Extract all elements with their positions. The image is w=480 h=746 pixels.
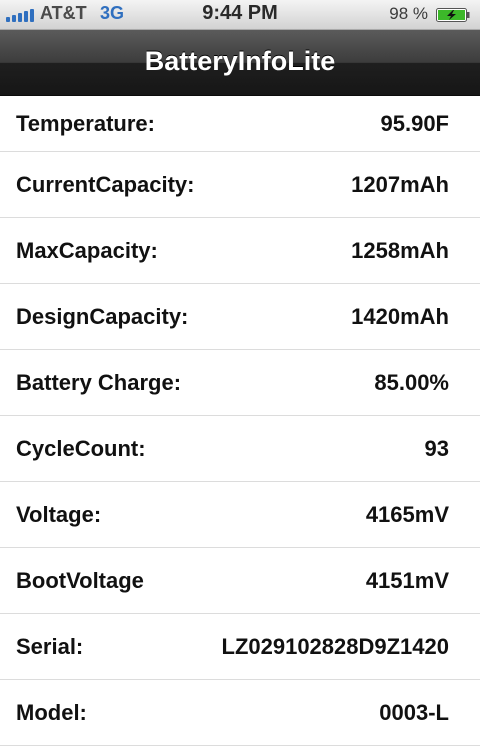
- row-label: BootVoltage: [16, 567, 144, 593]
- page-title: BatteryInfoLite: [144, 46, 336, 76]
- row-label: CycleCount:: [16, 435, 146, 461]
- row-value: 4151mV: [365, 567, 449, 593]
- row-value: 85.00%: [374, 369, 449, 395]
- row-value: 1420mAh: [351, 303, 449, 329]
- row-label: DesignCapacity:: [16, 303, 189, 329]
- row-value: 1258mAh: [351, 237, 449, 263]
- row-value: 1207mAh: [351, 171, 449, 197]
- row-label: Voltage:: [16, 501, 102, 527]
- table-row-max-capacity: MaxCapacity: 1258mAh: [0, 218, 480, 284]
- row-label: Serial:: [16, 633, 84, 659]
- row-value: 4165mV: [365, 501, 449, 527]
- row-value: 0003-L: [379, 699, 449, 725]
- table-row-current-capacity: CurrentCapacity: 1207mAh: [0, 152, 480, 218]
- table-row-voltage: Voltage: 4165mV: [0, 482, 480, 548]
- row-value: 95.90F: [380, 110, 450, 136]
- battery-info-table: Temperature: 95.90F CurrentCapacity: 120…: [0, 96, 480, 746]
- row-value: 93: [424, 435, 449, 461]
- status-bar: AT&T 3G 9:44 PM 98 %: [0, 0, 480, 30]
- row-value: LZ029102828D9Z1420: [221, 633, 450, 659]
- battery-percent: 98 %: [389, 4, 428, 23]
- table-row-cycle-count: CycleCount: 93: [0, 416, 480, 482]
- row-label: MaxCapacity:: [16, 237, 158, 263]
- battery-charging-icon: [436, 8, 470, 22]
- row-label: Battery Charge:: [16, 369, 182, 395]
- table-row-model: Model: 0003-L: [0, 680, 480, 746]
- row-label: Temperature:: [16, 110, 155, 136]
- row-label: Model:: [16, 699, 87, 725]
- row-label: CurrentCapacity:: [16, 171, 195, 197]
- table-row-design-capacity: DesignCapacity: 1420mAh: [0, 284, 480, 350]
- table-row-serial: Serial: LZ029102828D9Z1420: [0, 614, 480, 680]
- nav-bar: BatteryInfoLite: [0, 30, 480, 96]
- table-row-temperature: Temperature: 95.90F: [0, 96, 480, 152]
- table-row-boot-voltage: BootVoltage 4151mV: [0, 548, 480, 614]
- table-row-battery-charge: Battery Charge: 85.00%: [0, 350, 480, 416]
